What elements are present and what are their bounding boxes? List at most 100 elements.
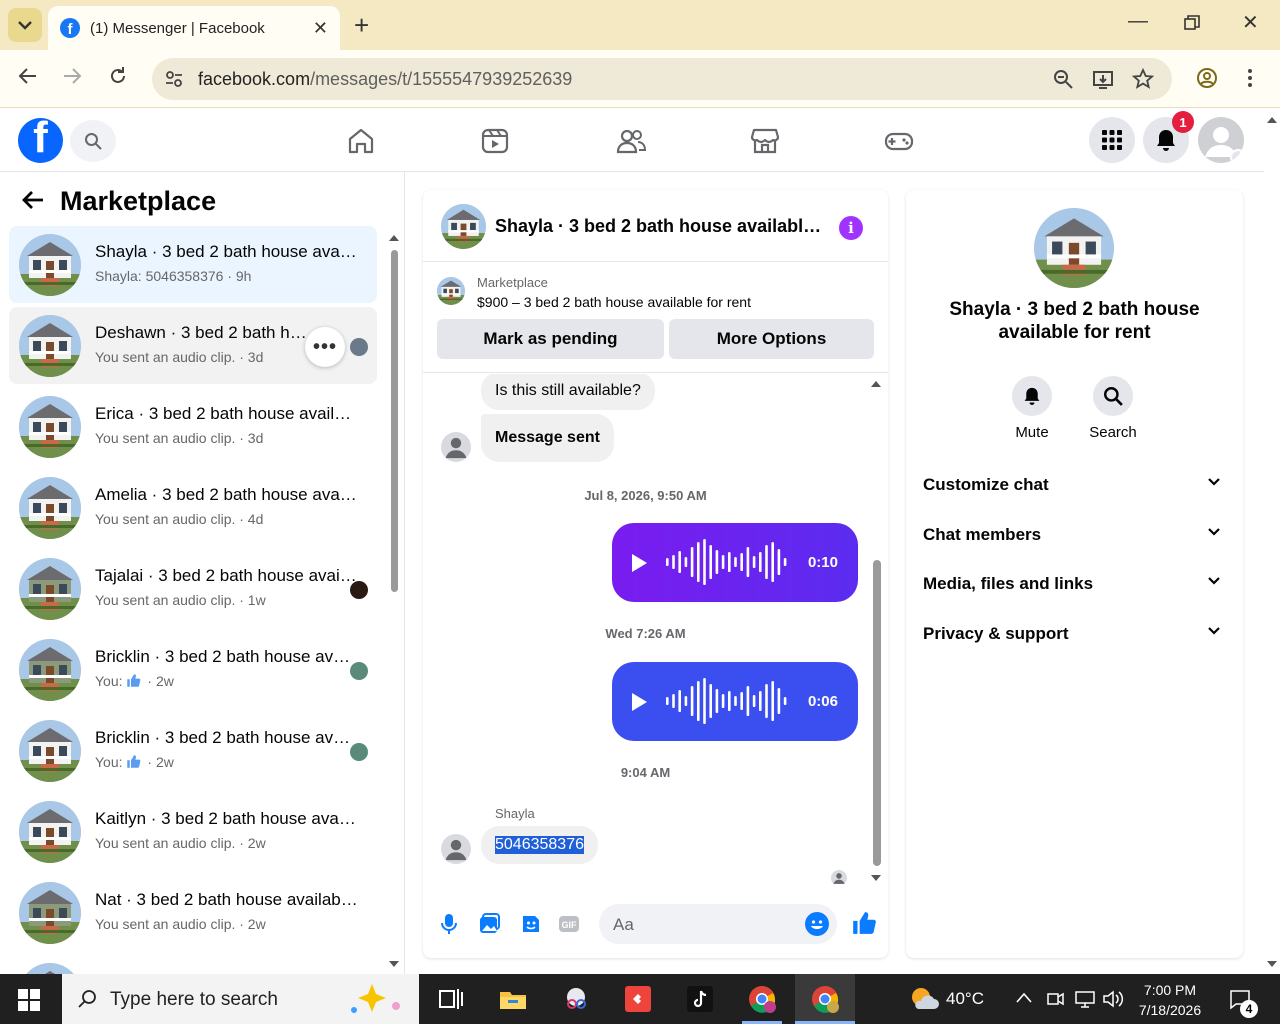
incoming-message[interactable]: 5046358376 <box>481 826 598 864</box>
chat-profile-image[interactable] <box>1034 208 1114 288</box>
scroll-up-icon[interactable] <box>1266 116 1278 124</box>
scroll-down-icon[interactable] <box>1266 960 1278 968</box>
incoming-message[interactable]: Message sent <box>481 414 614 462</box>
listing-thumbnail[interactable] <box>437 277 465 305</box>
photo-icon[interactable] <box>477 912 501 936</box>
chrome-icon[interactable] <box>810 984 840 1014</box>
bookmark-star-icon[interactable] <box>1132 68 1154 90</box>
tab-title: (1) Messenger | Facebook <box>90 19 265 37</box>
menu-button[interactable] <box>1089 117 1135 163</box>
new-tab-button[interactable]: + <box>354 12 369 38</box>
conversation-item[interactable] <box>9 955 377 974</box>
details-section[interactable]: Media, files and links <box>906 564 1243 604</box>
video-icon[interactable] <box>480 126 510 156</box>
url-text: facebook.com/messages/t/1555547939252639 <box>198 69 573 89</box>
weather-temperature[interactable]: 40°C <box>946 989 984 1009</box>
weather-icon[interactable] <box>908 985 940 1013</box>
scroll-up-icon[interactable] <box>388 234 400 242</box>
chat-avatar[interactable] <box>441 204 486 249</box>
info-icon[interactable]: i <box>839 216 863 240</box>
volume-icon[interactable] <box>1102 989 1124 1009</box>
incoming-message[interactable]: Is this still available? <box>481 374 655 410</box>
minimize-button[interactable]: — <box>1128 10 1148 33</box>
chat-scrollbar-thumb[interactable] <box>873 560 881 866</box>
more-options-icon[interactable]: ••• <box>305 327 345 367</box>
gif-icon[interactable]: GIF <box>557 912 581 936</box>
network-icon[interactable] <box>1074 989 1096 1009</box>
home-icon[interactable] <box>346 126 376 156</box>
conversation-item[interactable]: Bricklin · 3 bed 2 bath house available … <box>9 631 377 708</box>
conversation-item[interactable]: Nat · 3 bed 2 bath house available for r… <box>9 874 377 951</box>
back-arrow-icon[interactable] <box>22 186 44 217</box>
details-section[interactable]: Privacy & support <box>906 614 1243 654</box>
message-input[interactable]: Aa <box>599 904 837 944</box>
listing-title[interactable]: $900 – 3 bed 2 bath house available for … <box>477 294 751 310</box>
left-scrollbar-thumb[interactable] <box>391 250 398 592</box>
chrome-profile-icon[interactable] <box>747 984 777 1014</box>
gaming-icon[interactable] <box>884 126 914 156</box>
site-settings-icon[interactable] <box>164 69 184 89</box>
conversation-item[interactable]: Amelia · 3 bed 2 bath house available fo… <box>9 469 377 546</box>
snipping-tool-icon[interactable] <box>561 984 591 1014</box>
mute-action[interactable]: Mute <box>992 376 1072 441</box>
details-section[interactable]: Chat members <box>906 515 1243 555</box>
outgoing-audio-clip[interactable]: 0:06 <box>612 662 858 741</box>
scroll-down-icon[interactable] <box>870 874 882 882</box>
windows-start-icon[interactable] <box>18 989 40 1011</box>
close-window-button[interactable]: ✕ <box>1242 10 1259 35</box>
zoom-icon[interactable] <box>1052 68 1074 90</box>
sticker-icon[interactable] <box>519 912 543 936</box>
facebook-logo-icon[interactable]: f <box>18 118 63 163</box>
reload-button[interactable] <box>108 66 128 92</box>
page-scrollbar[interactable] <box>1264 108 1280 974</box>
play-icon[interactable] <box>632 692 647 711</box>
mark-as-pending-button[interactable]: Mark as pending <box>437 319 664 359</box>
anydesk-icon[interactable] <box>623 984 653 1014</box>
search-action[interactable]: Search <box>1073 376 1153 441</box>
tab-search-button[interactable] <box>8 8 42 42</box>
kebab-menu-icon[interactable] <box>1246 67 1254 89</box>
conversation-item[interactable]: Kaitlyn · 3 bed 2 bath house available f… <box>9 793 377 870</box>
back-button[interactable] <box>18 66 38 92</box>
close-tab-icon[interactable]: ✕ <box>313 18 328 39</box>
details-section[interactable]: Customize chat <box>906 465 1243 505</box>
meet-now-icon[interactable] <box>1046 989 1064 1009</box>
mute-button[interactable] <box>1012 376 1052 416</box>
system-clock[interactable]: 7:00 PM 7/18/2026 <box>1130 980 1210 1020</box>
facebook-search-button[interactable] <box>70 120 116 162</box>
sender-avatar[interactable] <box>441 432 471 462</box>
restore-button[interactable] <box>1184 14 1200 37</box>
conversation-item[interactable]: Deshawn · 3 bed 2 bath house available f… <box>9 307 377 384</box>
install-app-icon[interactable] <box>1092 68 1114 90</box>
scroll-up-icon[interactable] <box>870 380 882 388</box>
url-bar[interactable]: facebook.com/messages/t/1555547939252639 <box>152 58 1172 100</box>
conversation-item[interactable]: Bricklin · 3 bed 2 bath house available … <box>9 712 377 789</box>
microphone-icon[interactable] <box>437 912 461 936</box>
friends-icon[interactable] <box>616 126 646 156</box>
marketplace-icon[interactable] <box>750 126 780 156</box>
browser-tab[interactable]: f (1) Messenger | Facebook ✕ <box>48 6 340 50</box>
forward-button[interactable] <box>62 66 82 92</box>
more-options-button[interactable]: More Options <box>669 319 874 359</box>
sender-avatar[interactable] <box>441 834 471 864</box>
chevron-up-icon[interactable] <box>1016 992 1032 1004</box>
outgoing-audio-clip[interactable]: 0:10 <box>612 523 858 602</box>
file-explorer-icon[interactable] <box>498 984 528 1014</box>
conversation-item[interactable]: Tajalai · 3 bed 2 bath house available f… <box>9 550 377 627</box>
selected-phone-number[interactable]: 5046358376 <box>495 836 584 854</box>
thumbs-up-icon[interactable] <box>851 910 877 936</box>
scroll-down-icon[interactable] <box>388 960 400 968</box>
task-view-icon[interactable] <box>436 984 466 1014</box>
conversation-name: Nat · 3 bed 2 bath house available for r… <box>95 890 359 909</box>
search-in-chat-button[interactable] <box>1093 376 1133 416</box>
account-avatar[interactable]: ⌄ <box>1198 117 1244 163</box>
conversation-item[interactable]: Shayla · 3 bed 2 bath house available fo… <box>9 226 377 303</box>
taskbar-search-box[interactable]: Type here to search <box>62 974 419 1024</box>
emoji-icon[interactable] <box>805 912 829 936</box>
tiktok-icon[interactable] <box>685 984 715 1014</box>
profile-icon[interactable] <box>1196 67 1218 89</box>
snippet-text: You sent an audio clip. · 4d <box>95 511 264 527</box>
chat-title[interactable]: Shayla · 3 bed 2 bath house available fo… <box>495 216 825 237</box>
play-icon[interactable] <box>632 553 647 572</box>
conversation-item[interactable]: Erica · 3 bed 2 bath house available for… <box>9 388 377 465</box>
